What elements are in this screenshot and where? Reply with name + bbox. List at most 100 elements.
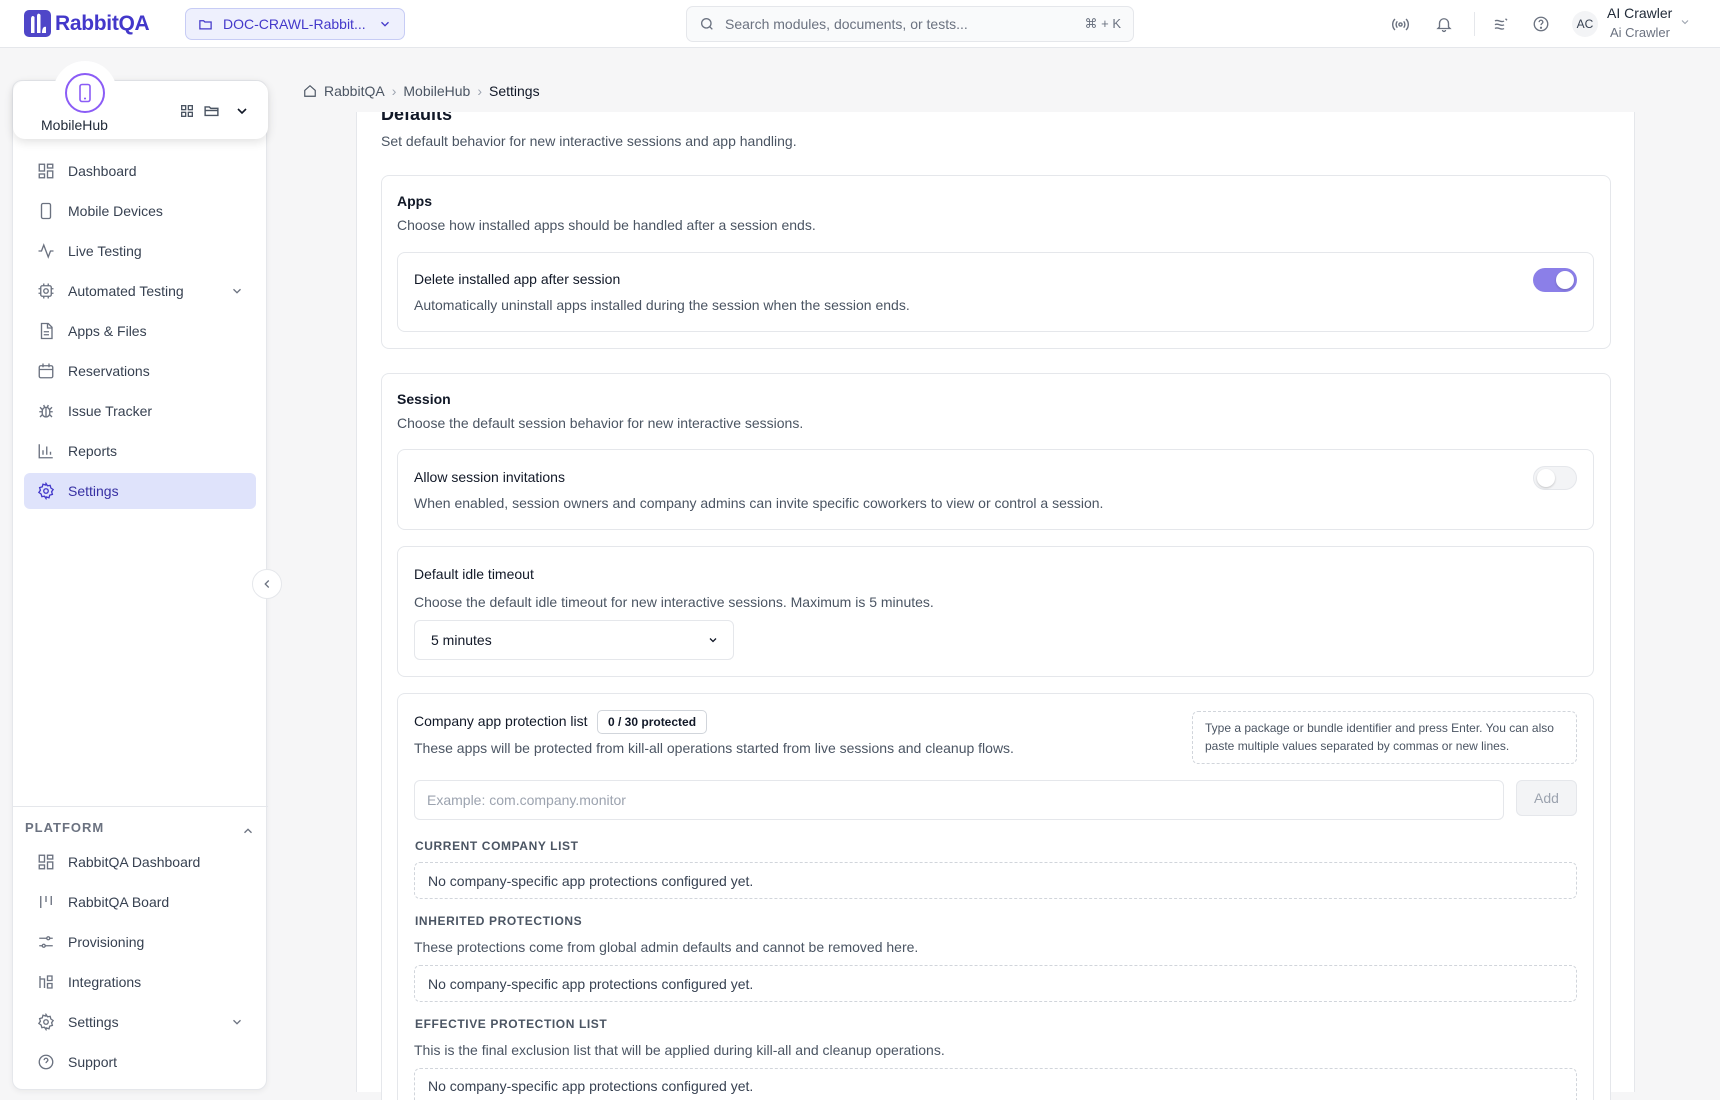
sidebar-item-label: Settings bbox=[68, 1014, 119, 1030]
home-icon[interactable] bbox=[303, 84, 317, 98]
session-invitations-toggle[interactable] bbox=[1533, 466, 1577, 490]
bell-icon[interactable] bbox=[1433, 13, 1455, 35]
chevron-down-icon bbox=[230, 1015, 244, 1029]
search-icon bbox=[699, 16, 715, 32]
protection-identifier-input[interactable] bbox=[414, 780, 1504, 820]
collapse-sidebar-button[interactable] bbox=[252, 569, 282, 599]
sidebar-item-label: Live Testing bbox=[68, 243, 142, 259]
board-icon bbox=[36, 892, 56, 912]
effective-header: EFFECTIVE PROTECTION LIST bbox=[415, 1017, 608, 1031]
apps-description: Choose how installed apps should be hand… bbox=[397, 217, 816, 233]
help-icon[interactable] bbox=[1530, 13, 1552, 35]
sidebar-item-reservations[interactable]: Reservations bbox=[24, 353, 256, 389]
section-description: Set default behavior for new interactive… bbox=[381, 133, 797, 149]
sidebar-item-provisioning[interactable]: Provisioning bbox=[24, 924, 256, 960]
chevron-down-icon bbox=[378, 17, 392, 31]
module-name: MobileHub bbox=[41, 117, 108, 133]
sidebar-item-rabbitqa-dashboard[interactable]: RabbitQA Dashboard bbox=[24, 844, 256, 880]
sidebar-item-platform-settings[interactable]: Settings bbox=[24, 1004, 256, 1040]
sidebar-item-label: Mobile Devices bbox=[68, 203, 163, 219]
current-list-empty: No company-specific app protections conf… bbox=[414, 862, 1577, 899]
chart-icon bbox=[36, 441, 56, 461]
integrations-icon bbox=[36, 972, 56, 992]
chevron-down-icon[interactable] bbox=[234, 103, 250, 119]
file-icon bbox=[36, 321, 56, 341]
delete-app-description: Automatically uninstall apps installed d… bbox=[414, 297, 910, 313]
current-list-header: CURRENT COMPANY LIST bbox=[415, 839, 579, 853]
mobile-device-icon bbox=[65, 73, 105, 113]
identifier-input-field[interactable] bbox=[427, 792, 1491, 808]
dashboard-icon bbox=[36, 852, 56, 872]
sidebar-item-integrations[interactable]: Integrations bbox=[24, 964, 256, 1000]
sidebar-item-label: RabbitQA Dashboard bbox=[68, 854, 201, 870]
section-title: Defaults bbox=[381, 112, 453, 124]
chevron-up-icon[interactable] bbox=[241, 824, 255, 838]
module-badge[interactable] bbox=[53, 61, 117, 125]
effective-list-empty: No company-specific app protections conf… bbox=[414, 1068, 1577, 1100]
folder-icon bbox=[198, 17, 213, 32]
protection-title: Company app protection list bbox=[414, 713, 588, 729]
search-bar[interactable]: Search modules, documents, or tests... ⌘… bbox=[686, 6, 1134, 42]
inherited-description: These protections come from global admin… bbox=[414, 939, 919, 955]
project-selector[interactable]: DOC-CRAWL-Rabbit... bbox=[185, 8, 405, 40]
user-menu-chevron-icon[interactable] bbox=[1679, 16, 1691, 28]
sidebar-item-reports[interactable]: Reports bbox=[24, 433, 256, 469]
broadcast-icon[interactable] bbox=[1389, 13, 1411, 35]
help-icon bbox=[36, 1052, 56, 1072]
inherited-list-empty: No company-specific app protections conf… bbox=[414, 965, 1577, 1002]
bug-icon bbox=[36, 401, 56, 421]
session-description: Choose the default session behavior for … bbox=[397, 415, 804, 431]
folder-open-icon[interactable] bbox=[203, 102, 220, 119]
sidebar-item-live-testing[interactable]: Live Testing bbox=[24, 233, 256, 269]
gear-icon bbox=[36, 1012, 56, 1032]
grid-icon[interactable] bbox=[179, 103, 195, 119]
sidebar-item-issue-tracker[interactable]: Issue Tracker bbox=[24, 393, 256, 429]
logo-text: RabbitQA bbox=[55, 11, 150, 35]
top-bar: RabbitQA DOC-CRAWL-Rabbit... Search modu… bbox=[0, 0, 1720, 48]
sidebar-item-label: Integrations bbox=[68, 974, 142, 990]
idle-timeout-description: Choose the default idle timeout for new … bbox=[414, 594, 934, 610]
sidebar-item-label: Settings bbox=[68, 483, 119, 499]
sidebar-item-mobile-devices[interactable]: Mobile Devices bbox=[24, 193, 256, 229]
rabbitqa-logo[interactable]: RabbitQA bbox=[24, 10, 150, 37]
protection-description: These apps will be protected from kill-a… bbox=[414, 740, 1014, 756]
apps-title: Apps bbox=[397, 193, 432, 209]
add-protection-button[interactable]: Add bbox=[1516, 780, 1577, 816]
breadcrumb-home[interactable]: RabbitQA bbox=[324, 83, 385, 99]
sidebar-item-label: Apps & Files bbox=[68, 323, 147, 339]
sidebar-item-label: Reports bbox=[68, 443, 118, 459]
breadcrumb: RabbitQA › MobileHub › Settings bbox=[303, 83, 540, 99]
user-name[interactable]: AI Crawler bbox=[1607, 5, 1672, 21]
topbar-divider bbox=[1474, 12, 1475, 36]
invitations-title: Allow session invitations bbox=[414, 469, 565, 485]
delete-app-toggle[interactable] bbox=[1533, 268, 1577, 292]
sidebar: MobileHub Dashboard Mobile Devices Live … bbox=[12, 61, 268, 1090]
platform-section-header: PLATFORM bbox=[25, 820, 105, 835]
sidebar-item-apps-files[interactable]: Apps & Files bbox=[24, 313, 256, 349]
idle-timeout-title: Default idle timeout bbox=[414, 566, 534, 582]
sidebar-item-support[interactable]: Support bbox=[24, 1044, 256, 1080]
search-placeholder: Search modules, documents, or tests... bbox=[725, 16, 968, 32]
module-switcher: MobileHub bbox=[13, 61, 268, 139]
activity-icon bbox=[36, 241, 56, 261]
project-selector-label: DOC-CRAWL-Rabbit... bbox=[223, 16, 366, 32]
sidebar-item-automated-testing[interactable]: Automated Testing bbox=[24, 273, 256, 309]
avatar[interactable]: AC bbox=[1572, 11, 1598, 37]
sidebar-item-rabbitqa-board[interactable]: RabbitQA Board bbox=[24, 884, 256, 920]
idle-timeout-select[interactable]: 5 minutes bbox=[414, 620, 734, 660]
delete-app-title: Delete installed app after session bbox=[414, 271, 621, 287]
theme-toggle-icon[interactable] bbox=[1490, 13, 1512, 35]
breadcrumb-module[interactable]: MobileHub bbox=[403, 83, 470, 99]
gear-icon bbox=[36, 481, 56, 501]
calendar-icon bbox=[36, 361, 56, 381]
dashboard-icon bbox=[36, 161, 56, 181]
sidebar-item-settings[interactable]: Settings bbox=[24, 473, 256, 509]
sidebar-divider bbox=[13, 806, 268, 807]
inherited-header: INHERITED PROTECTIONS bbox=[415, 914, 583, 928]
sidebar-item-label: Automated Testing bbox=[68, 283, 184, 299]
toggle-knob bbox=[1537, 469, 1555, 487]
sidebar-item-label: Provisioning bbox=[68, 934, 145, 950]
search-shortcut: ⌘ + K bbox=[1084, 16, 1122, 31]
sidebar-item-dashboard[interactable]: Dashboard bbox=[24, 153, 256, 189]
invitations-description: When enabled, session owners and company… bbox=[414, 495, 1104, 511]
